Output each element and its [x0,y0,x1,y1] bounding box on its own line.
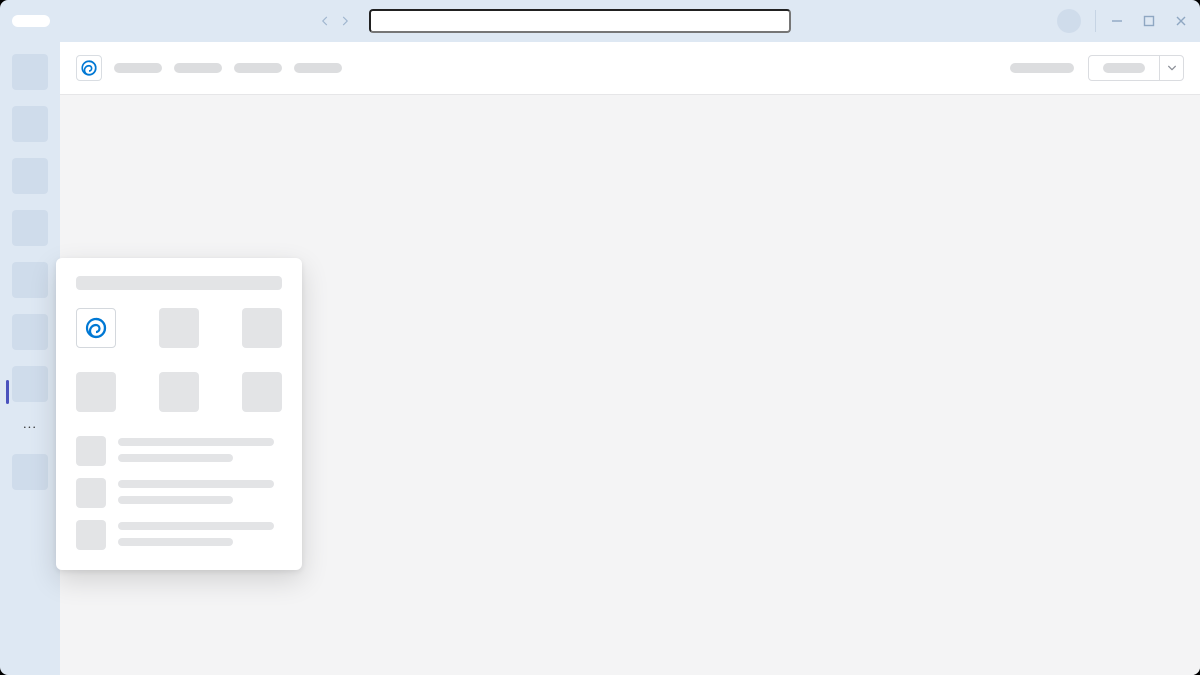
window-controls [1110,14,1188,28]
rail-item-8[interactable] [12,454,48,490]
swirl-icon [84,316,108,340]
maximize-button[interactable] [1142,14,1156,28]
top-nav-right [1010,55,1184,81]
top-nav-text [1010,63,1074,73]
list-item-text [118,478,282,504]
app-tile-1[interactable] [76,308,116,348]
list-item-text [118,520,282,546]
list-item[interactable] [76,520,282,550]
product-logo[interactable] [76,55,102,81]
app-window: ··· [0,0,1200,675]
rail-item-5[interactable] [12,262,48,298]
address-bar[interactable] [369,9,791,33]
rail-active-indicator [6,380,9,404]
window-traffic-lights[interactable] [12,15,50,27]
rail-item-6[interactable] [12,314,48,350]
more-icon: ··· [23,420,37,436]
list-item-thumb [76,520,106,550]
close-button[interactable] [1174,14,1188,28]
split-button-label [1089,56,1159,80]
app-tile-3[interactable] [242,308,282,348]
app-grid [76,308,282,412]
app-tile-2[interactable] [159,308,199,348]
profile-avatar[interactable] [1057,9,1081,33]
rail-item-2[interactable] [12,106,48,142]
list-item-thumb [76,436,106,466]
top-nav [60,42,1200,95]
main-area [60,42,1200,675]
rail-item-7[interactable] [12,366,48,402]
nav-back-button[interactable] [317,13,333,29]
nav-link-3[interactable] [234,63,282,73]
rail-item-4[interactable] [12,210,48,246]
list-item-thumb [76,478,106,508]
rail-item-3[interactable] [12,158,48,194]
nav-forward-button[interactable] [337,13,353,29]
primary-split-button[interactable] [1088,55,1184,81]
rail-item-1[interactable] [12,54,48,90]
popover-list [76,436,282,550]
popover-title [76,276,282,290]
app-body: ··· [0,42,1200,675]
nav-link-4[interactable] [294,63,342,73]
app-tile-4[interactable] [76,372,116,412]
list-item[interactable] [76,436,282,466]
rail-more-button[interactable]: ··· [12,418,48,438]
minimize-button[interactable] [1110,14,1124,28]
list-item[interactable] [76,478,282,508]
split-button-caret[interactable] [1159,56,1183,80]
title-bar-right [1057,9,1188,33]
apps-popover [56,258,302,570]
list-item-text [118,436,282,462]
title-bar-divider [1095,10,1096,32]
app-tile-5[interactable] [159,372,199,412]
nav-arrows [317,13,353,29]
nav-link-1[interactable] [114,63,162,73]
nav-link-2[interactable] [174,63,222,73]
title-bar [0,0,1200,42]
app-tile-6[interactable] [242,372,282,412]
swirl-icon [80,59,98,77]
chevron-down-icon [1167,63,1177,73]
left-rail: ··· [0,42,60,675]
nav-links [114,63,342,73]
